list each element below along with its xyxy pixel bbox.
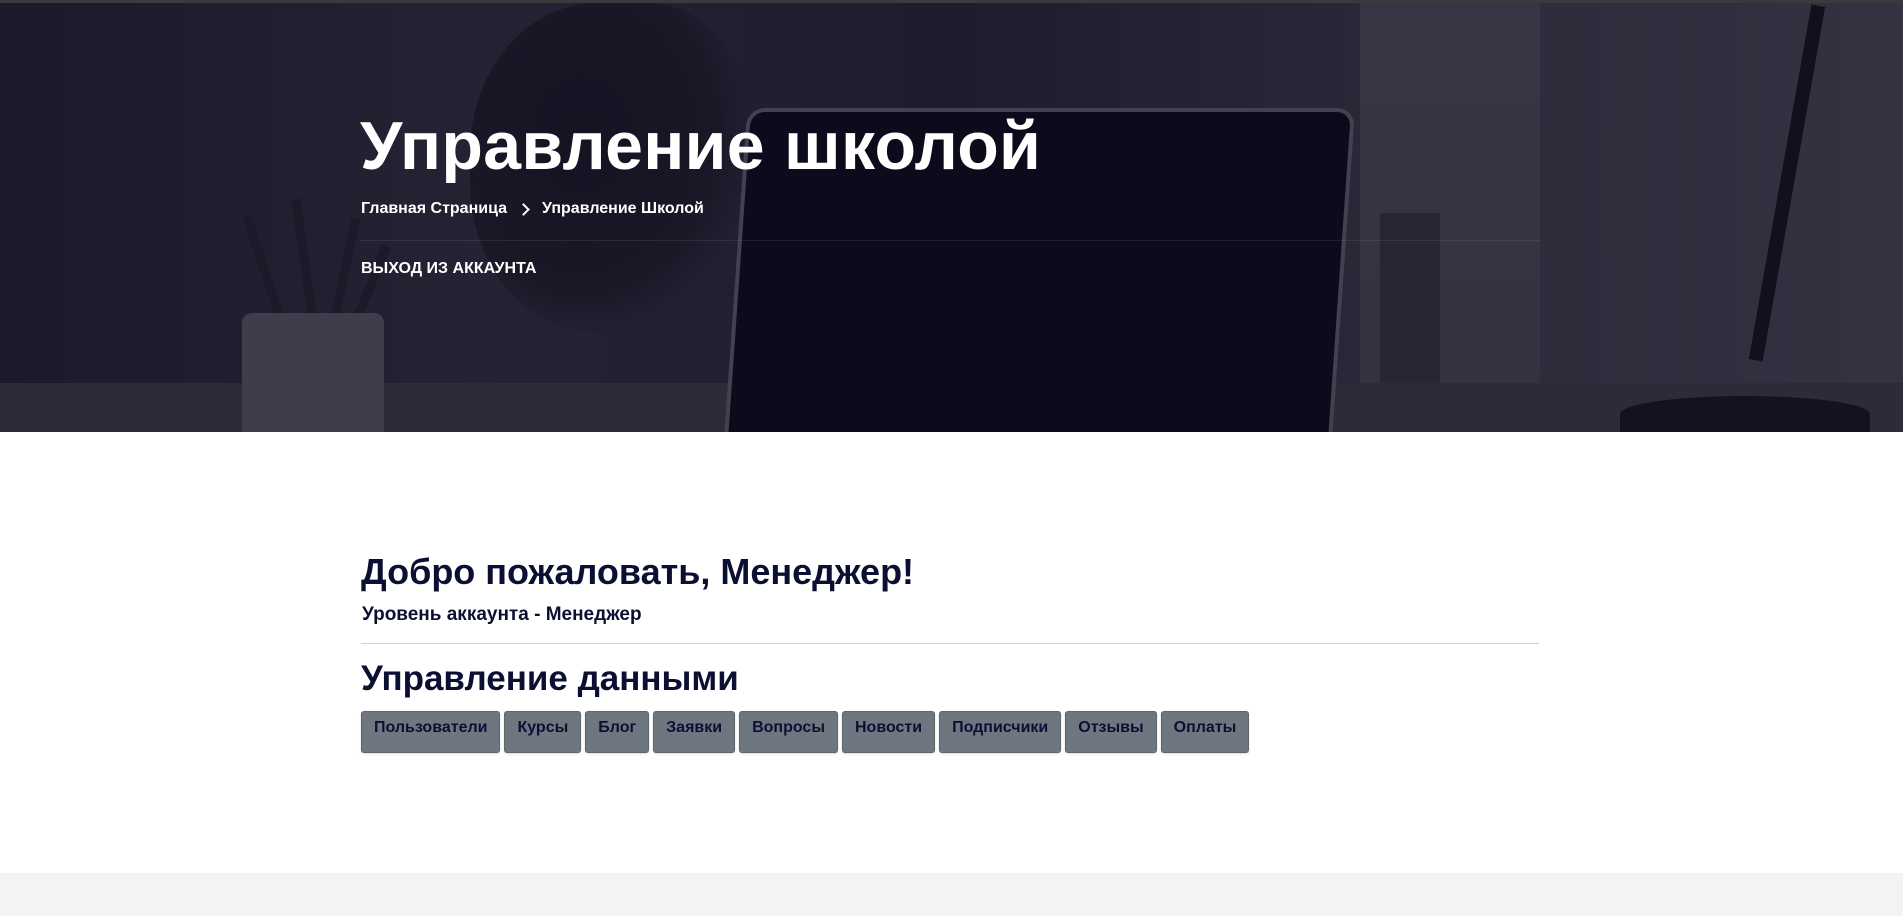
breadcrumb-home-link[interactable]: Главная Страница xyxy=(361,200,507,218)
blog-button[interactable]: Блог xyxy=(585,711,650,753)
breadcrumb: Главная Страница Управление Школой xyxy=(361,200,704,218)
courses-button[interactable]: Курсы xyxy=(504,711,582,753)
account-level-text: Уровень аккаунта - Менеджер xyxy=(362,604,642,625)
welcome-heading: Добро пожаловать, Менеджер! xyxy=(361,551,915,592)
chevron-right-icon xyxy=(517,202,530,216)
hero-divider xyxy=(360,240,1540,241)
data-management-heading: Управление данными xyxy=(361,659,739,698)
reviews-button[interactable]: Отзывы xyxy=(1065,711,1157,753)
payments-button[interactable]: Оплаты xyxy=(1160,711,1250,753)
news-button[interactable]: Новости xyxy=(841,711,936,753)
hero-overlay xyxy=(0,3,1903,432)
breadcrumb-current: Управление Школой xyxy=(542,200,704,217)
subscribers-button[interactable]: Подписчики xyxy=(939,711,1062,753)
section-divider xyxy=(361,643,1539,644)
questions-button[interactable]: Вопросы xyxy=(739,711,838,753)
logout-link[interactable]: ВЫХОД ИЗ АККАУНТА xyxy=(361,260,536,278)
users-button[interactable]: Пользователи xyxy=(361,711,501,753)
footer xyxy=(0,873,1903,916)
data-management-buttons: Пользователи Курсы Блог Заявки Вопросы Н… xyxy=(361,711,1250,753)
page-title: Управление школой xyxy=(360,108,1042,184)
applications-button[interactable]: Заявки xyxy=(653,711,736,753)
hero-banner: Управление школой Главная Страница Управ… xyxy=(0,3,1903,432)
